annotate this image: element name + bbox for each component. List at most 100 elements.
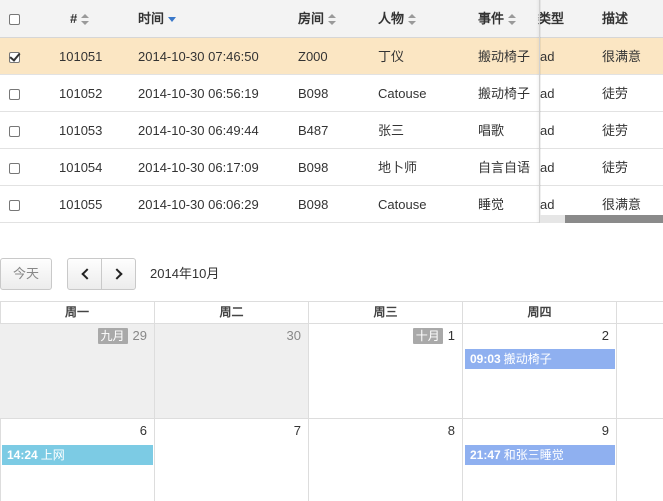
column-header-id[interactable]: #: [70, 0, 140, 37]
column-header-event[interactable]: 事件: [478, 0, 540, 37]
cell-time: 2014-10-30 06:06:29: [138, 197, 259, 212]
table-row[interactable]: 101053 2014-10-30 06:49:44 B487 张三 唱歌 ad…: [0, 112, 663, 149]
sort-icon: [508, 14, 517, 26]
sort-icon: [408, 14, 417, 26]
cell-id: 101055: [59, 197, 103, 212]
weekday-header: 周一: [0, 302, 155, 324]
row-check-cell[interactable]: [9, 186, 23, 222]
cell-room: Z000: [298, 49, 328, 64]
row-check-cell[interactable]: [9, 75, 23, 111]
frozen-column-shadow: [536, 0, 541, 223]
cell-type: ad: [540, 123, 555, 138]
cell-time: 2014-10-30 07:46:50: [138, 49, 259, 64]
sort-descending-icon: [168, 17, 177, 23]
day-number: 8: [447, 423, 455, 438]
cell-type: ad: [540, 86, 555, 101]
cell-person: Catouse: [378, 86, 427, 101]
scrollbar-thumb[interactable]: [565, 215, 663, 223]
column-header-type[interactable]: 类型: [538, 0, 594, 37]
cell-room: B098: [298, 197, 329, 212]
calendar-day-partial[interactable]: [617, 419, 663, 501]
month-badge: 十月: [412, 328, 443, 344]
data-table: # 时间 房间 人物 事件 类型 描述 101051 2014-10-30 07…: [0, 0, 663, 223]
day-number-text: 1: [447, 328, 455, 343]
next-month-button[interactable]: [101, 258, 136, 290]
cell-room: B098: [298, 160, 329, 175]
table-row[interactable]: 101054 2014-10-30 06:17:09 B098 地卜师 自言自语…: [0, 149, 663, 186]
column-header-desc[interactable]: 描述: [602, 0, 663, 37]
select-all-checkbox[interactable]: [9, 14, 20, 26]
row-check-cell[interactable]: [9, 38, 23, 74]
row-check-cell[interactable]: [9, 149, 23, 185]
calendar-day[interactable]: 十月 1: [309, 324, 463, 419]
horizontal-scrollbar[interactable]: [540, 215, 663, 223]
day-number: 十月 1: [412, 328, 455, 344]
weekday-header-partial: [617, 302, 663, 324]
calendar-day[interactable]: 7: [155, 419, 309, 501]
cell-id: 101052: [59, 86, 103, 101]
cell-id: 101053: [59, 123, 103, 138]
today-button[interactable]: 今天: [0, 258, 52, 290]
calendar-day[interactable]: 九月 29: [0, 324, 155, 419]
cell-time: 2014-10-30 06:17:09: [138, 160, 259, 175]
calendar-month-view: 周一 周二 周三 周四 九月 29 30 十月 1 2 09:03 搬动椅子 6 14…: [0, 301, 663, 501]
row-checkbox[interactable]: [9, 89, 20, 101]
calendar-day[interactable]: 9 21:47 和张三睡觉: [463, 419, 617, 501]
calendar-day[interactable]: 8: [309, 419, 463, 501]
calendar-day-partial[interactable]: [617, 324, 663, 419]
cell-time: 2014-10-30 06:49:44: [138, 123, 259, 138]
row-checkbox[interactable]: [9, 200, 20, 212]
calendar-day[interactable]: 6 14:24 上网: [0, 419, 155, 501]
row-checkbox-checked[interactable]: [9, 52, 20, 64]
cell-event: 唱歌: [478, 123, 505, 138]
column-header-room[interactable]: 房间: [298, 0, 373, 37]
cell-id: 101051: [59, 49, 103, 64]
event-time: 09:03: [470, 352, 501, 366]
cell-person: 张三: [378, 123, 405, 138]
event-title: 上网: [40, 448, 65, 462]
day-number: 9: [601, 423, 609, 438]
select-all-cell[interactable]: [9, 0, 23, 37]
day-number: 30: [286, 328, 301, 343]
weekday-header: 周三: [309, 302, 463, 324]
cell-event: 自言自语: [478, 160, 531, 175]
event-title: 搬动椅子: [503, 352, 552, 366]
day-number-text: 29: [132, 328, 147, 343]
row-check-cell[interactable]: [9, 112, 23, 148]
prev-month-button[interactable]: [67, 258, 102, 290]
weekday-header: 周四: [463, 302, 617, 324]
cell-type: ad: [540, 49, 555, 64]
cell-time: 2014-10-30 06:56:19: [138, 86, 259, 101]
day-number: 九月 29: [97, 328, 147, 344]
table-row[interactable]: 101052 2014-10-30 06:56:19 B098 Catouse …: [0, 75, 663, 112]
column-header-time[interactable]: 时间: [138, 0, 293, 37]
weekday-header: 周二: [155, 302, 309, 324]
sort-icon: [328, 14, 337, 26]
chevron-left-icon: [80, 268, 93, 280]
column-header-person[interactable]: 人物: [378, 0, 473, 37]
day-number: 6: [139, 423, 147, 438]
cell-person: Catouse: [378, 197, 427, 212]
cell-person: 丁仪: [378, 49, 405, 64]
event-time: 21:47: [470, 448, 501, 462]
event-title: 和张三睡觉: [503, 448, 564, 462]
calendar-event[interactable]: 14:24 上网: [2, 445, 153, 465]
day-number: 2: [601, 328, 609, 343]
sort-icon: [81, 14, 90, 26]
row-checkbox[interactable]: [9, 126, 20, 138]
cell-room: B487: [298, 123, 329, 138]
calendar-event[interactable]: 09:03 搬动椅子: [465, 349, 615, 369]
cell-room: B098: [298, 86, 329, 101]
calendar-day[interactable]: 30: [155, 324, 309, 419]
calendar-title: 2014年10月: [150, 266, 220, 281]
table-row[interactable]: 101051 2014-10-30 07:46:50 Z000 丁仪 搬动椅子 …: [0, 38, 663, 75]
cell-event: 搬动椅子: [478, 86, 531, 101]
row-checkbox[interactable]: [9, 163, 20, 175]
calendar-day[interactable]: 2 09:03 搬动椅子: [463, 324, 617, 419]
month-badge: 九月: [97, 328, 128, 344]
cell-event: 搬动椅子: [478, 49, 531, 64]
event-time: 14:24: [7, 448, 38, 462]
chevron-right-icon: [110, 268, 123, 280]
calendar-event[interactable]: 21:47 和张三睡觉: [465, 445, 615, 465]
cell-event: 睡觉: [478, 197, 505, 212]
